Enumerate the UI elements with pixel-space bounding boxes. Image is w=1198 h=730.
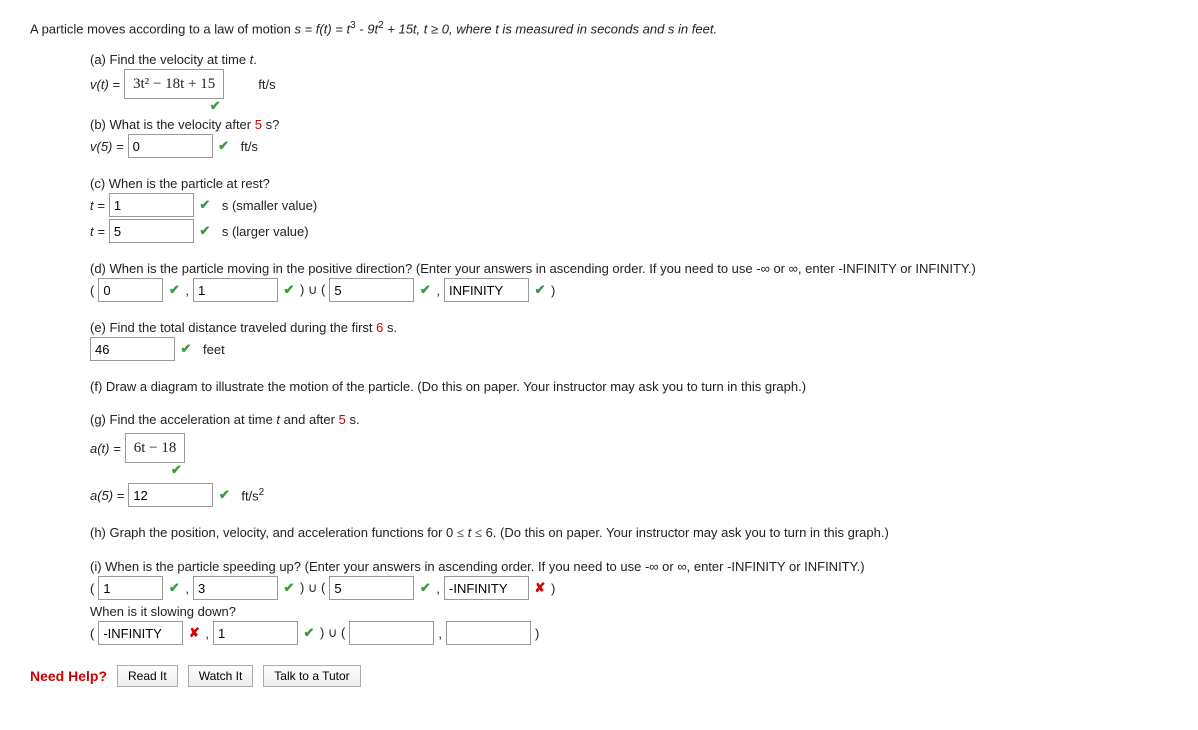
part-g-label: (g) Find the acceleration at time t and … — [90, 412, 1168, 427]
union-text: ) ∪ ( — [300, 580, 325, 596]
b-lhs: v(5) = — [90, 139, 124, 154]
check-icon: ✔ — [418, 581, 432, 595]
check-icon: ✔ — [167, 581, 181, 595]
part-e-label: (e) Find the total distance traveled dur… — [90, 320, 1168, 335]
union-text: ) ∪ ( — [320, 625, 345, 641]
d-input-2[interactable] — [193, 278, 278, 302]
comma: , — [205, 626, 209, 641]
b-input[interactable] — [128, 134, 213, 158]
comma: , — [185, 283, 189, 298]
intro-eq-part2: - 9t — [359, 21, 378, 36]
intro-eq-part1: s = f(t) = t — [294, 21, 350, 36]
leq-icon: ≤ — [457, 525, 464, 540]
part-h-label: (h) Graph the position, velocity, and ac… — [90, 525, 1168, 541]
check-icon: ✔ — [418, 283, 432, 297]
i-input-3[interactable] — [329, 576, 414, 600]
part-b-label: (b) What is the velocity after 5 s? — [90, 117, 1168, 132]
c2-input[interactable] — [109, 219, 194, 243]
b-unit: ft/s — [241, 139, 258, 154]
part-i: (i) When is the particle speeding up? (E… — [90, 559, 1168, 645]
check-icon: ✔ — [198, 224, 212, 238]
c2-lhs: t = — [90, 224, 105, 239]
g-unit2: ft/s2 — [241, 487, 264, 503]
part-f-label: (f) Draw a diagram to illustrate the mot… — [90, 379, 1168, 394]
need-help-row: Need Help? Read It Watch It Talk to a Tu… — [30, 665, 1168, 687]
part-e: (e) Find the total distance traveled dur… — [90, 320, 1168, 361]
check-icon: ✔ — [533, 283, 547, 297]
intro-eq-part3: + 15t, t ≥ 0, where t is measured in sec… — [387, 21, 717, 36]
check-icon: ✔ — [217, 488, 231, 502]
leq-icon: ≤ — [475, 525, 482, 540]
i-input-4[interactable] — [444, 576, 529, 600]
i-slow-2[interactable] — [213, 621, 298, 645]
cross-icon: ✘ — [533, 581, 547, 595]
g-answer1-box[interactable]: 6t − 18 — [125, 433, 186, 463]
check-icon: ✔ — [302, 626, 316, 640]
d-input-4[interactable] — [444, 278, 529, 302]
c1-lhs: t = — [90, 198, 105, 213]
i-slow-label: When is it slowing down? — [90, 604, 1168, 619]
check-icon: ✔ — [167, 283, 181, 297]
a-lhs: v(t) = — [90, 77, 120, 92]
part-g: (g) Find the acceleration at time t and … — [90, 412, 1168, 507]
paren-close: ) — [551, 581, 555, 596]
comma: , — [438, 626, 442, 641]
talk-tutor-button[interactable]: Talk to a Tutor — [263, 665, 360, 687]
intro-text-pre: A particle moves according to a law of m… — [30, 21, 294, 36]
g-lhs1: a(t) = — [90, 441, 121, 456]
exp2: 2 — [378, 20, 384, 31]
part-h: (h) Graph the position, velocity, and ac… — [90, 525, 1168, 541]
comma: , — [185, 581, 189, 596]
c2-unit: s (larger value) — [222, 224, 309, 239]
i-input-2[interactable] — [193, 576, 278, 600]
g-input2[interactable] — [128, 483, 213, 507]
exp3: 3 — [350, 20, 356, 31]
check-icon: ✔ — [208, 99, 222, 113]
watch-it-button[interactable]: Watch It — [188, 665, 254, 687]
part-a-label: (a) Find the velocity at time t. — [90, 52, 1168, 67]
paren-open: ( — [90, 581, 94, 596]
i-slow-4[interactable] — [446, 621, 531, 645]
question-intro: A particle moves according to a law of m… — [30, 20, 1168, 36]
check-icon: ✔ — [179, 342, 193, 356]
check-icon: ✔ — [198, 198, 212, 212]
part-d-label: (d) When is the particle moving in the p… — [90, 261, 1168, 276]
union-text: ) ∪ ( — [300, 282, 325, 298]
i-slow-3[interactable] — [349, 621, 434, 645]
d-input-3[interactable] — [329, 278, 414, 302]
comma: , — [436, 283, 440, 298]
paren-open: ( — [90, 626, 94, 641]
part-d: (d) When is the particle moving in the p… — [90, 261, 1168, 302]
need-help-label: Need Help? — [30, 668, 107, 684]
check-icon: ✔ — [282, 283, 296, 297]
a-unit: ft/s — [258, 77, 275, 92]
part-f: (f) Draw a diagram to illustrate the mot… — [90, 379, 1168, 394]
cross-icon: ✘ — [187, 626, 201, 640]
i-slow-1[interactable] — [98, 621, 183, 645]
part-c: (c) When is the particle at rest? t = ✔ … — [90, 176, 1168, 243]
d-input-1[interactable] — [98, 278, 163, 302]
part-b: (b) What is the velocity after 5 s? v(5)… — [90, 117, 1168, 158]
part-a: (a) Find the velocity at time t. v(t) = … — [90, 52, 1168, 99]
part-c-label: (c) When is the particle at rest? — [90, 176, 1168, 191]
paren-close: ) — [535, 626, 539, 641]
i-input-1[interactable] — [98, 576, 163, 600]
paren-close: ) — [551, 283, 555, 298]
check-icon: ✔ — [217, 139, 231, 153]
c1-input[interactable] — [109, 193, 194, 217]
part-i-label: (i) When is the particle speeding up? (E… — [90, 559, 1168, 574]
e-unit: feet — [203, 342, 225, 357]
a-answer-box[interactable]: 3t² − 18t + 15 — [124, 69, 224, 99]
g-lhs2: a(5) = — [90, 488, 124, 503]
c1-unit: s (smaller value) — [222, 198, 317, 213]
read-it-button[interactable]: Read It — [117, 665, 178, 687]
paren-open: ( — [90, 283, 94, 298]
comma: , — [436, 581, 440, 596]
e-input[interactable] — [90, 337, 175, 361]
check-icon: ✔ — [282, 581, 296, 595]
check-icon: ✔ — [169, 463, 183, 477]
